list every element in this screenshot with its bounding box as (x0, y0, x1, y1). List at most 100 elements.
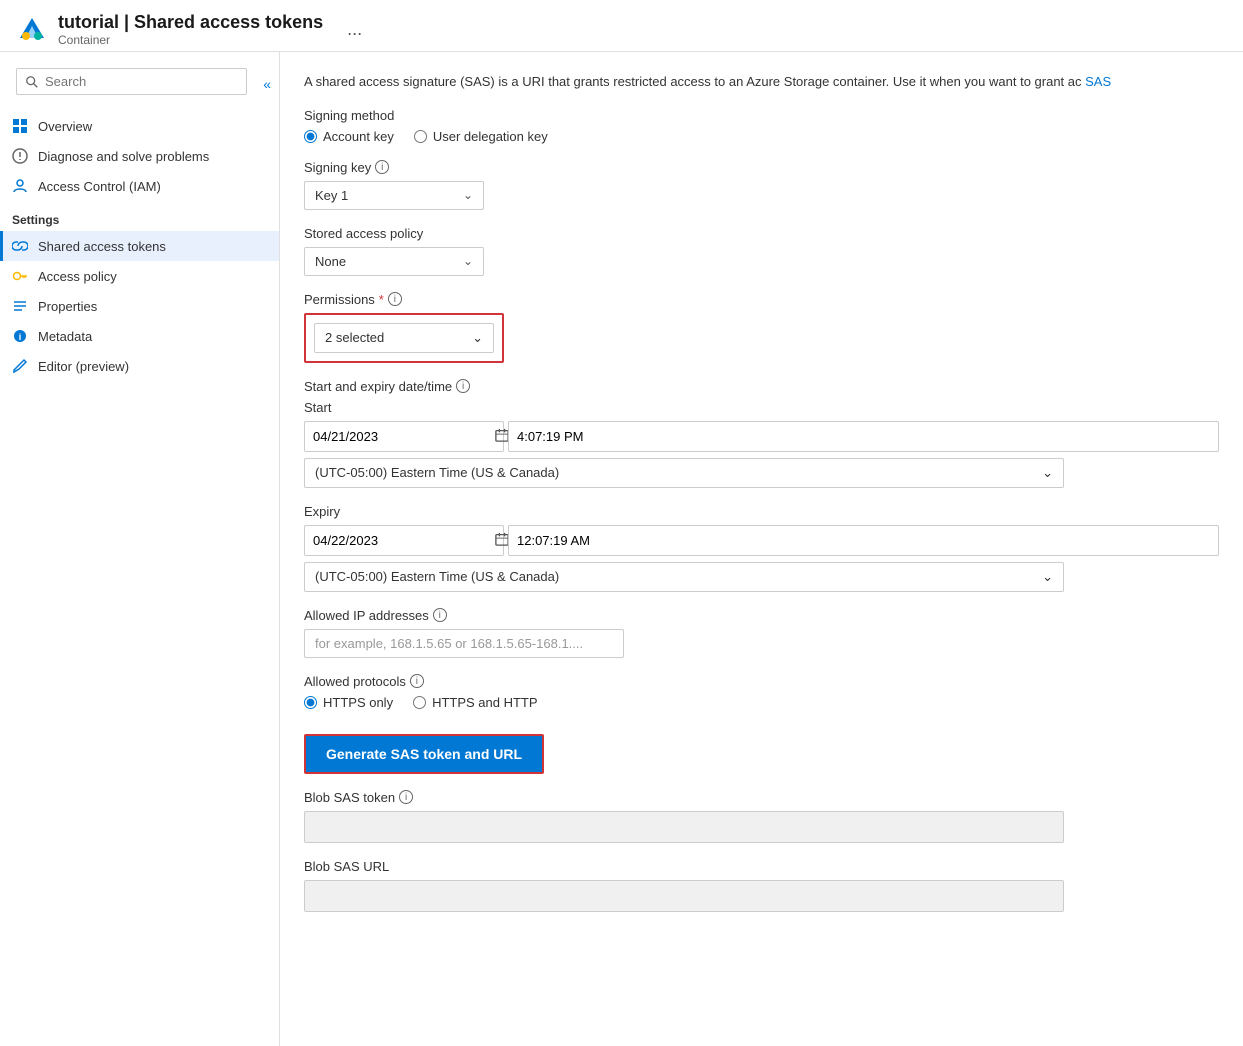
expiry-date-input[interactable] (313, 533, 489, 548)
calendar-icon[interactable] (495, 532, 509, 549)
overview-icon (12, 118, 28, 134)
key-icon (12, 268, 28, 284)
stored-policy-dropdown[interactable]: None ⌄ (304, 247, 484, 276)
allowed-protocols-section: Allowed protocols i HTTPS only HTTPS and… (304, 674, 1219, 710)
https-http-radio[interactable] (413, 696, 426, 709)
permissions-box: 2 selected ⌄ (304, 313, 504, 363)
allowed-ip-info-icon[interactable]: i (433, 608, 447, 622)
permissions-info-icon[interactable]: i (388, 292, 402, 306)
blob-sas-token-label: Blob SAS token i (304, 790, 1219, 805)
start-time-input[interactable] (517, 429, 1210, 444)
account-key-option[interactable]: Account key (304, 129, 394, 144)
main-content: A shared access signature (SAS) is a URI… (280, 52, 1243, 1046)
search-input[interactable] (45, 74, 238, 89)
sidebar-item-properties[interactable]: Properties (0, 291, 279, 321)
generate-sas-button[interactable]: Generate SAS token and URL (304, 734, 544, 774)
sidebar-item-label: Shared access tokens (38, 239, 166, 254)
sidebar-item-iam[interactable]: Access Control (IAM) (0, 171, 279, 201)
sidebar-item-shared-access-tokens[interactable]: Shared access tokens (0, 231, 279, 261)
permissions-label: Permissions * i (304, 292, 1219, 307)
allowed-protocols-label: Allowed protocols i (304, 674, 1219, 689)
start-label: Start (304, 400, 1219, 415)
editor-icon (12, 358, 28, 374)
permissions-dropdown[interactable]: 2 selected ⌄ (314, 323, 494, 353)
expiry-time-field[interactable] (508, 525, 1219, 556)
collapse-button[interactable]: « (263, 76, 271, 92)
diagnose-icon (12, 148, 28, 164)
expiry-timezone-dropdown[interactable]: (UTC-05:00) Eastern Time (US & Canada) ⌄ (304, 562, 1064, 592)
description-text: A shared access signature (SAS) is a URI… (304, 72, 1219, 92)
page-subtitle: Container (58, 33, 323, 47)
sidebar: « Overview Diagnose and solve problems A… (0, 52, 280, 1046)
https-only-label: HTTPS only (323, 695, 393, 710)
start-timezone-dropdown[interactable]: (UTC-05:00) Eastern Time (US & Canada) ⌄ (304, 458, 1064, 488)
page-title: tutorial | Shared access tokens (58, 12, 323, 33)
blob-sas-token-info-icon[interactable]: i (399, 790, 413, 804)
chevron-down-icon: ⌄ (1042, 465, 1053, 481)
signing-method-label: Signing method (304, 108, 1219, 123)
sidebar-item-label: Editor (preview) (38, 359, 129, 374)
signing-key-section: Signing key i Key 1 ⌄ (304, 160, 1219, 210)
sidebar-item-editor[interactable]: Editor (preview) (0, 351, 279, 381)
blob-sas-token-input[interactable] (304, 811, 1064, 843)
https-http-option[interactable]: HTTPS and HTTP (413, 695, 537, 710)
datetime-label: Start and expiry date/time i (304, 379, 1219, 394)
https-only-radio[interactable] (304, 696, 317, 709)
datetime-info-icon[interactable]: i (456, 379, 470, 393)
allowed-ip-input[interactable] (304, 629, 624, 658)
sidebar-item-metadata[interactable]: i Metadata (0, 321, 279, 351)
sidebar-item-label: Overview (38, 119, 92, 134)
user-delegation-label: User delegation key (433, 129, 548, 144)
stored-policy-section: Stored access policy None ⌄ (304, 226, 1219, 276)
allowed-ip-label: Allowed IP addresses i (304, 608, 1219, 623)
https-only-option[interactable]: HTTPS only (304, 695, 393, 710)
protocol-group: HTTPS only HTTPS and HTTP (304, 695, 1219, 710)
sidebar-item-label: Properties (38, 299, 97, 314)
signing-method-section: Signing method Account key User delegati… (304, 108, 1219, 144)
properties-icon (12, 298, 28, 314)
sidebar-item-label: Access Control (IAM) (38, 179, 161, 194)
chevron-down-icon: ⌄ (1042, 569, 1053, 585)
sas-link[interactable]: SAS (1085, 74, 1111, 89)
account-key-label: Account key (323, 129, 394, 144)
expiry-date-field[interactable] (304, 525, 504, 556)
account-key-radio[interactable] (304, 130, 317, 143)
blob-sas-token-section: Blob SAS token i (304, 790, 1219, 843)
start-time-field[interactable] (508, 421, 1219, 452)
allowed-protocols-info-icon[interactable]: i (410, 674, 424, 688)
title-section: tutorial | Shared access tokens Containe… (58, 12, 323, 47)
chevron-down-icon: ⌄ (472, 330, 483, 346)
sidebar-item-overview[interactable]: Overview (0, 111, 279, 141)
user-delegation-radio[interactable] (414, 130, 427, 143)
start-date-field[interactable] (304, 421, 504, 452)
start-row (304, 421, 1219, 452)
expiry-time-input[interactable] (517, 533, 1210, 548)
sidebar-item-label: Diagnose and solve problems (38, 149, 209, 164)
sidebar-item-label: Metadata (38, 329, 92, 344)
search-box[interactable] (16, 68, 247, 95)
azure-logo (16, 14, 48, 46)
signing-key-info-icon[interactable]: i (375, 160, 389, 174)
blob-sas-url-label: Blob SAS URL (304, 859, 1219, 874)
title-bar: tutorial | Shared access tokens Containe… (0, 0, 1243, 52)
signing-key-dropdown[interactable]: Key 1 ⌄ (304, 181, 484, 210)
required-star: * (379, 292, 384, 307)
ellipsis-button[interactable]: ... (341, 17, 368, 42)
expiry-label: Expiry (304, 504, 1219, 519)
metadata-icon: i (12, 328, 28, 344)
stored-policy-label: Stored access policy (304, 226, 1219, 241)
datetime-section: Start and expiry date/time i Start (UTC-… (304, 379, 1219, 592)
sidebar-item-access-policy[interactable]: Access policy (0, 261, 279, 291)
sidebar-item-diagnose[interactable]: Diagnose and solve problems (0, 141, 279, 171)
permissions-section: Permissions * i 2 selected ⌄ (304, 292, 1219, 363)
search-icon (25, 75, 39, 89)
blob-sas-url-input[interactable] (304, 880, 1064, 912)
settings-section-label: Settings (0, 201, 279, 231)
user-delegation-option[interactable]: User delegation key (414, 129, 548, 144)
link-icon (12, 238, 28, 254)
sidebar-item-label: Access policy (38, 269, 117, 284)
calendar-icon[interactable] (495, 428, 509, 445)
https-http-label: HTTPS and HTTP (432, 695, 537, 710)
start-date-input[interactable] (313, 429, 489, 444)
expiry-row (304, 525, 1219, 556)
